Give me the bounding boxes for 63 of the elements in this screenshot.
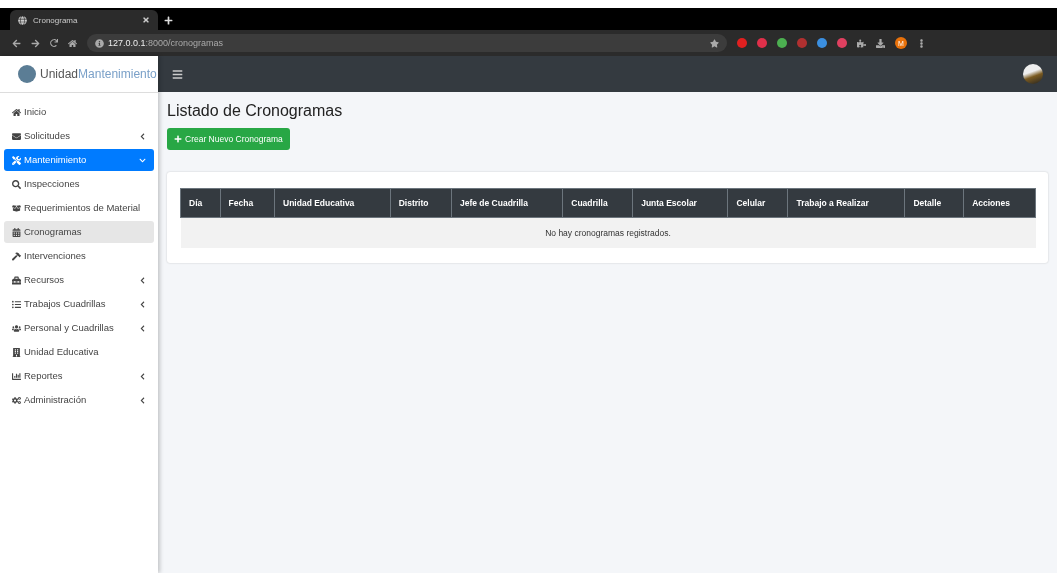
chevron-left-icon	[139, 324, 146, 332]
chevron-left-icon	[139, 300, 146, 308]
column-header: Celular	[727, 188, 788, 218]
page-title: Listado de Cronogramas	[167, 102, 343, 120]
chevron-left-icon	[139, 372, 146, 380]
back-icon[interactable]	[12, 38, 21, 48]
plus-icon	[174, 135, 182, 143]
menu-item-icon	[12, 299, 21, 309]
sidebar-item[interactable]: Requerimientos de Material	[4, 197, 154, 219]
sidebar-item[interactable]: Unidad Educativa	[4, 341, 154, 363]
column-header: Cuadrilla	[562, 188, 633, 218]
menu-item-icon	[12, 395, 21, 405]
globe-icon	[18, 15, 27, 25]
menu-item-icon	[12, 203, 21, 213]
download-icon[interactable]	[876, 38, 885, 48]
column-header: Detalle	[904, 188, 964, 218]
column-header: Unidad Educativa	[274, 188, 391, 218]
chevron-left-icon	[139, 132, 146, 140]
column-header: Día	[180, 188, 221, 218]
menu-item-icon	[12, 275, 21, 285]
forward-icon[interactable]	[31, 38, 40, 48]
sidebar-item[interactable]: Intervenciones	[4, 245, 154, 267]
address-bar[interactable]: 127.0.0.1:8000/cronogramas	[87, 34, 727, 52]
user-avatar[interactable]	[1023, 64, 1043, 84]
browser-tab[interactable]: Cronograma	[10, 10, 158, 30]
menu-item-icon	[12, 347, 21, 357]
sidebar-item[interactable]: Inspecciones	[4, 173, 154, 195]
sidebar-item[interactable]: Inicio	[4, 101, 154, 123]
sidebar-item[interactable]: Solicitudes	[4, 125, 154, 147]
column-header: Junta Escolar	[632, 188, 728, 218]
menu-item-icon	[12, 323, 21, 333]
sidebar-item[interactable]: Administración	[4, 389, 154, 411]
new-tab-icon[interactable]	[164, 16, 173, 25]
brand-name: UnidadMantenimiento	[40, 67, 157, 81]
menu-item-icon	[12, 227, 21, 237]
logo-icon	[18, 65, 36, 83]
menu-item-icon	[12, 131, 21, 141]
sidebar-item[interactable]: Cronogramas	[4, 221, 154, 243]
menu-item-icon	[12, 179, 21, 189]
chevron-left-icon	[139, 396, 146, 404]
home-icon[interactable]	[68, 38, 77, 48]
column-header: Fecha	[220, 188, 275, 218]
chevron-down-icon	[139, 156, 146, 164]
column-header: Jefe de Cuadrilla	[451, 188, 563, 218]
reload-icon[interactable]	[50, 39, 58, 47]
menu-item-icon	[12, 155, 21, 165]
menu-item-icon	[12, 107, 21, 117]
empty-message: No hay cronogramas registrados.	[180, 217, 1036, 248]
extensions-icon[interactable]	[857, 38, 866, 48]
menu-icon[interactable]	[917, 38, 926, 48]
sidebar-item[interactable]: Mantenimiento	[4, 149, 154, 171]
menu-icon[interactable]	[172, 68, 183, 80]
column-header: Acciones	[963, 188, 1036, 218]
sidebar-item[interactable]: Recursos	[4, 269, 154, 291]
column-header: Distrito	[390, 188, 452, 218]
sidebar-item[interactable]: Personal y Cuadrillas	[4, 317, 154, 339]
menu-item-icon	[12, 251, 21, 261]
sidebar-item[interactable]: Reportes	[4, 365, 154, 387]
sidebar-item[interactable]: Trabajos Cuadrillas	[4, 293, 154, 315]
chevron-left-icon	[139, 276, 146, 284]
column-header: Trabajo a Realizar	[787, 188, 905, 218]
close-icon[interactable]	[142, 16, 150, 24]
menu-item-icon	[12, 371, 21, 381]
